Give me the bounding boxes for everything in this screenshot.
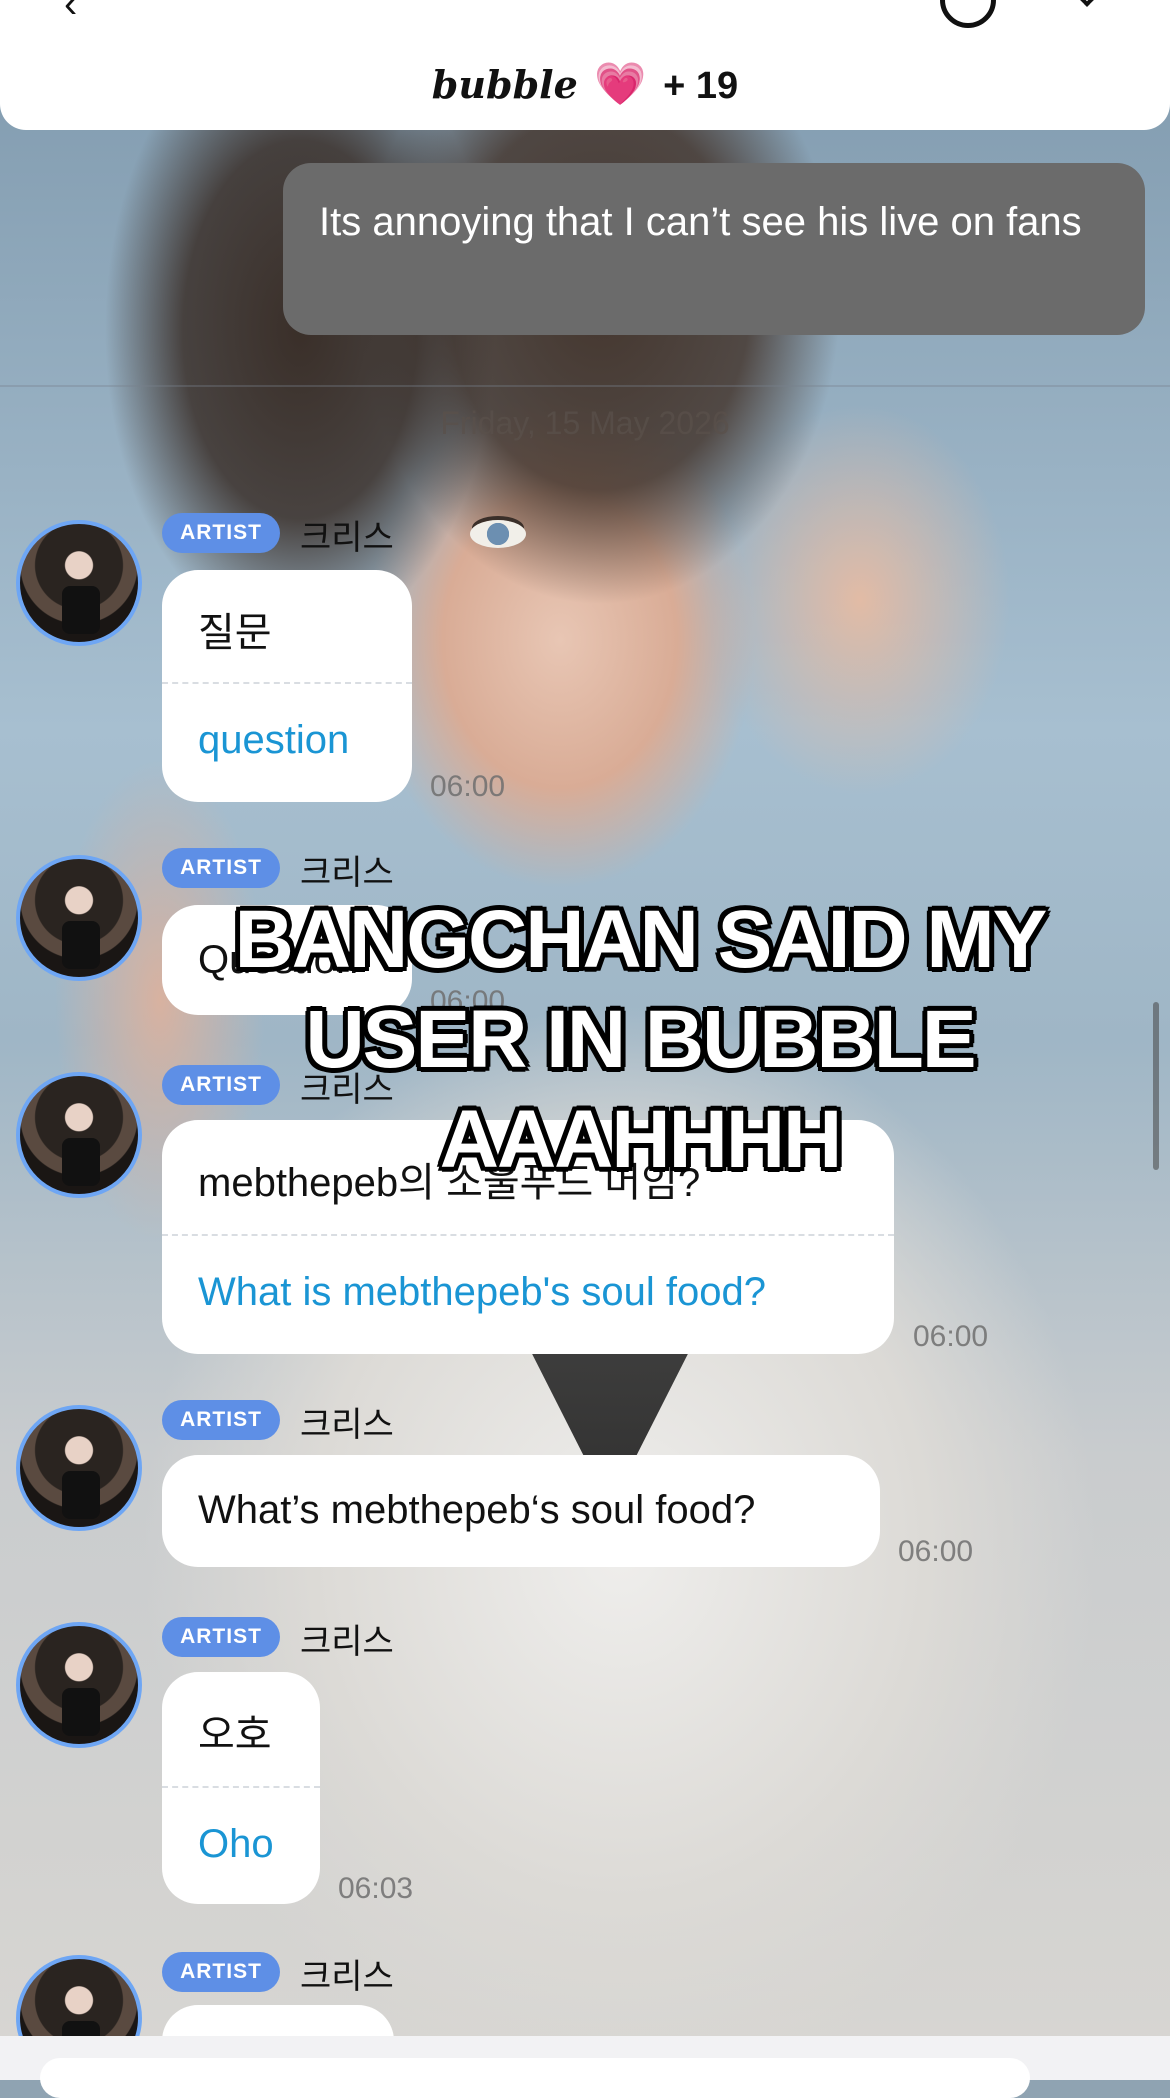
bubble-logo: bubble xyxy=(431,62,578,107)
fan-message-text: Its annoying that I can’t see his live o… xyxy=(319,200,1082,244)
chat-room-title: bubble 💗 + 19 xyxy=(0,60,1170,109)
message-bubble[interactable]: 질문 question xyxy=(162,570,412,802)
sender-name: 크리스 xyxy=(300,1406,394,1444)
message-korean: 질문 xyxy=(198,611,272,655)
message-time: 06:03 xyxy=(338,1872,414,1905)
sender-name: 크리스 xyxy=(300,1958,394,1996)
message-translation: Oho xyxy=(198,1822,274,1866)
message-translation: question xyxy=(198,718,350,762)
scrollbar[interactable] xyxy=(1153,1002,1159,1170)
divider xyxy=(0,385,1170,387)
artist-badge: ARTIST xyxy=(162,1952,280,1992)
date-separator: Friday, 15 May 2026 xyxy=(440,405,730,441)
translation-divider xyxy=(162,1234,894,1236)
message-bubble[interactable]: What’s mebthepeb‘s soul food? xyxy=(162,1455,880,1567)
artist-badge: ARTIST xyxy=(162,513,280,553)
artist-avatar[interactable] xyxy=(16,1072,142,1198)
background-photo-eye xyxy=(470,520,526,548)
chevron-down-icon[interactable] xyxy=(1077,0,1097,7)
back-arrow-icon[interactable]: ‹ xyxy=(64,0,77,27)
translation-divider xyxy=(162,1786,320,1788)
message-time: 06:00 xyxy=(913,1320,989,1353)
message-time: 06:00 xyxy=(430,770,506,803)
artist-avatar[interactable] xyxy=(16,855,142,981)
artist-badge: ARTIST xyxy=(162,848,280,888)
artist-avatar[interactable] xyxy=(16,1622,142,1748)
sender-name: 크리스 xyxy=(300,1623,394,1661)
member-count: + 19 xyxy=(663,65,739,107)
artist-avatar[interactable] xyxy=(16,520,142,646)
sender-name: 크리스 xyxy=(300,519,394,557)
search-icon[interactable] xyxy=(940,0,996,28)
artist-badge: ARTIST xyxy=(162,1617,280,1657)
artist-badge: ARTIST xyxy=(162,1400,280,1440)
message-text: What’s mebthepeb‘s soul food? xyxy=(198,1488,756,1532)
heart-icon: 💗 xyxy=(594,60,647,107)
message-bubble[interactable]: 오호 Oho xyxy=(162,1672,320,1904)
artist-avatar[interactable] xyxy=(16,1405,142,1531)
overlay-caption: BANGCHAN SAID MY USER IN BUBBLE AAAHHHH xyxy=(234,894,1048,1185)
message-translation: What is mebthepeb's soul food? xyxy=(198,1270,766,1314)
sender-name: 크리스 xyxy=(300,854,394,892)
fan-message-bubble[interactable]: Its annoying that I can’t see his live o… xyxy=(283,163,1145,335)
message-input-bar xyxy=(0,2036,1170,2098)
translation-divider xyxy=(162,682,412,684)
chat-header: ‹ bubble 💗 + 19 xyxy=(0,0,1170,130)
message-input[interactable] xyxy=(40,2058,1030,2098)
message-time: 06:00 xyxy=(898,1535,974,1568)
message-korean: 오호 xyxy=(198,1713,272,1757)
